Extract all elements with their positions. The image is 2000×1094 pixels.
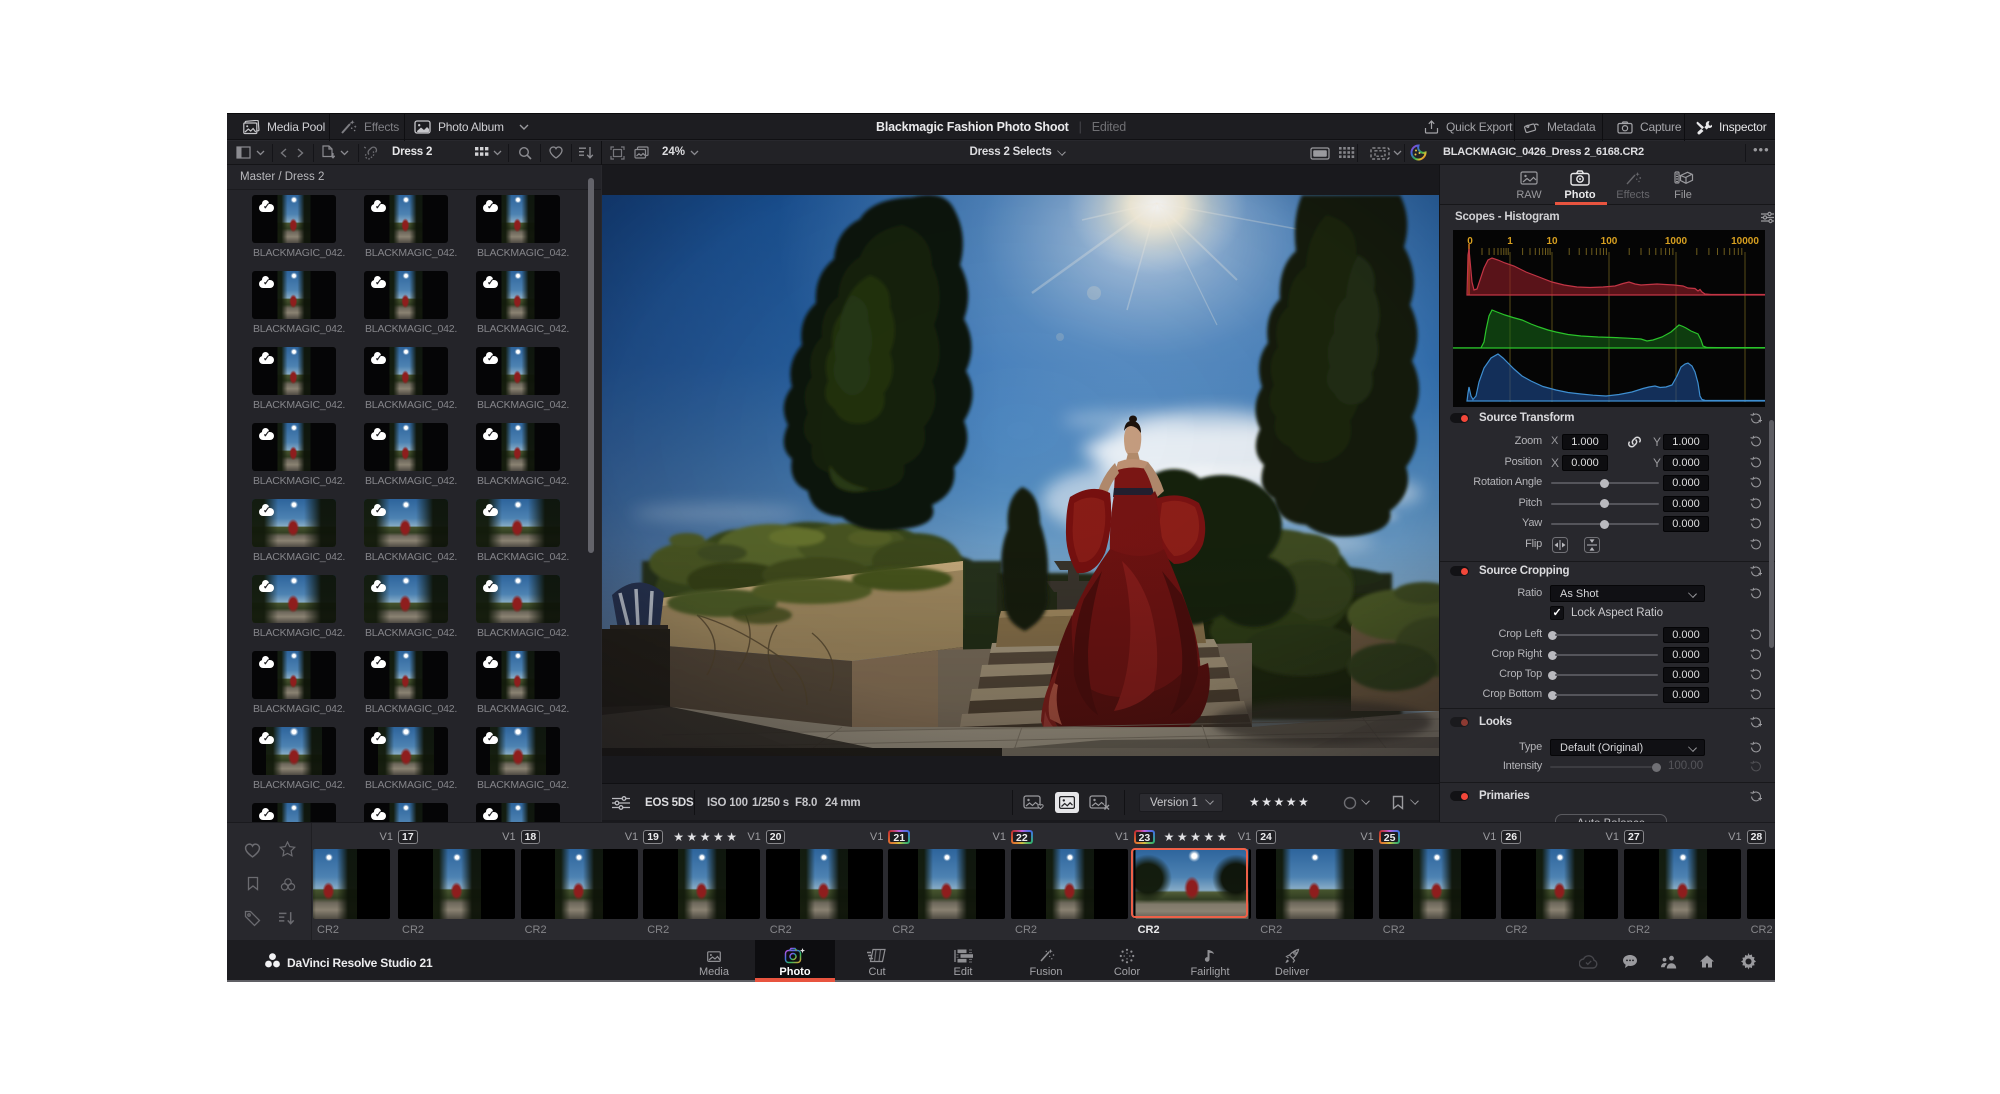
svg-text:10000: 10000 — [1731, 236, 1759, 247]
svg-text:1: 1 — [1507, 236, 1513, 247]
svg-text:10: 10 — [1546, 236, 1558, 247]
svg-text:100: 100 — [1601, 236, 1618, 247]
svg-text:1000: 1000 — [1665, 236, 1688, 247]
svg-text:0: 0 — [1467, 236, 1473, 247]
